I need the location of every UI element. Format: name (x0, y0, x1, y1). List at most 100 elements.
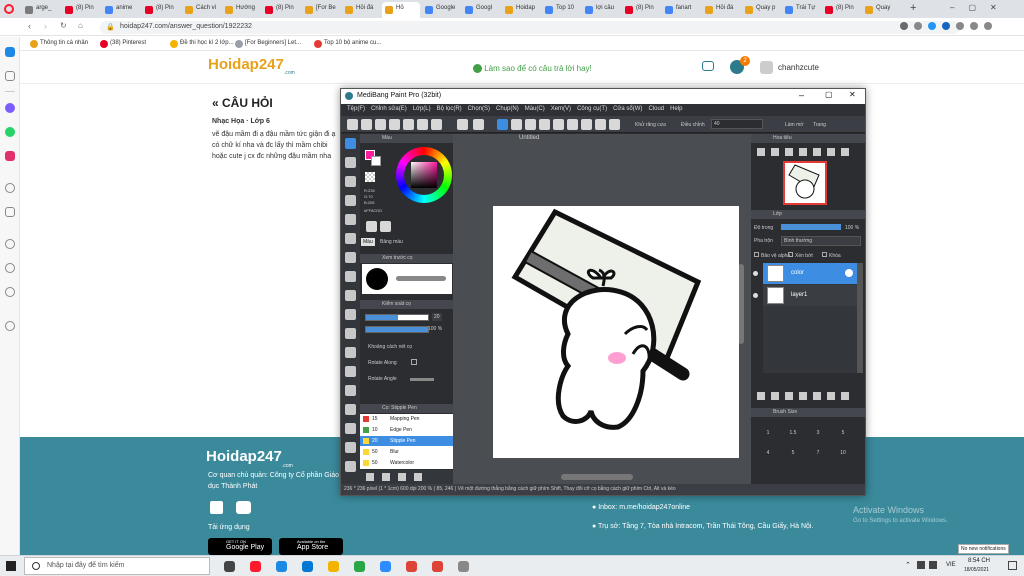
brush-opacity-slider[interactable] (365, 326, 429, 333)
zoom-in-icon[interactable] (757, 148, 765, 156)
blur-label[interactable]: Làm mờ (785, 122, 804, 128)
copy-layer-icon[interactable] (841, 392, 849, 400)
tool-btn[interactable] (361, 119, 372, 130)
username[interactable]: chanhzcute (778, 63, 819, 72)
browser-tab[interactable]: Quay (862, 2, 900, 18)
menu-item[interactable]: Chọn(S) (468, 106, 490, 112)
checkbox[interactable] (754, 252, 759, 257)
clock-icon[interactable] (5, 263, 15, 273)
taskbar-app-icon[interactable] (380, 561, 391, 572)
messenger-icon[interactable] (5, 103, 15, 113)
tool-btn[interactable] (553, 119, 564, 130)
tool-btn[interactable] (595, 119, 606, 130)
size-cell[interactable]: 5 (782, 450, 804, 456)
menu-item[interactable]: Chỉnh sửa(E) (371, 106, 407, 112)
page-label[interactable]: Trang (813, 122, 826, 128)
undo-icon[interactable] (457, 119, 468, 130)
size-cell[interactable]: 1.5 (782, 430, 804, 436)
brush-size-value[interactable]: 20 (432, 313, 442, 321)
menu-item[interactable]: Bộ lọc(R) (437, 106, 462, 112)
tool-icon[interactable] (345, 461, 356, 472)
rotate-icon[interactable] (827, 148, 835, 156)
lightbulb-icon[interactable] (5, 321, 15, 331)
google-play-button[interactable]: GET IT ON Google Play (208, 538, 272, 555)
layer-scrollbar[interactable] (857, 263, 863, 373)
tool-btn[interactable] (567, 119, 578, 130)
browser-tab[interactable]: (8) Pin (62, 2, 100, 18)
tool-icon[interactable] (345, 214, 356, 225)
minimize-button[interactable]: – (799, 90, 804, 100)
folder-icon[interactable] (813, 392, 821, 400)
tool-icon[interactable] (345, 328, 356, 339)
facebook-icon[interactable] (210, 501, 223, 514)
reload-icon[interactable]: ↻ (60, 21, 67, 30)
tool-icon[interactable] (345, 423, 356, 434)
bookmark[interactable]: [For Beginners] Let... (235, 40, 301, 48)
taskbar-app-icon[interactable] (354, 561, 365, 572)
new-tab-button[interactable]: + (910, 2, 916, 14)
layer-option[interactable]: Xén bớt (788, 252, 813, 259)
color-square[interactable] (411, 162, 437, 188)
merge-layer-icon[interactable] (799, 392, 807, 400)
tool-icon[interactable] (345, 404, 356, 415)
help-link[interactable]: Làm sao để có câu trả lời hay! (473, 64, 592, 74)
browser-tab[interactable]: Trái Tự (782, 2, 820, 18)
tool-btn[interactable] (511, 119, 522, 130)
tool-icon[interactable] (345, 252, 356, 263)
blend-select[interactable]: Bình thường (781, 236, 861, 246)
brush-add-icon[interactable] (366, 473, 374, 481)
taskbar-app-icon[interactable] (276, 561, 287, 572)
start-icon[interactable] (6, 561, 16, 571)
size-cell[interactable]: 4 (757, 450, 779, 456)
brush-folder-icon[interactable] (414, 473, 422, 481)
transparent-swatch[interactable] (365, 172, 375, 182)
gear-icon[interactable] (845, 269, 853, 277)
tool-icon[interactable] (345, 290, 356, 301)
canvas-scrollbar-h[interactable] (561, 474, 633, 480)
menu-item[interactable]: Công cụ(T) (577, 106, 607, 112)
extension-icons[interactable] (900, 22, 1010, 31)
youtube-icon[interactable] (236, 501, 251, 514)
new-layer-icon[interactable] (771, 392, 779, 400)
size-cell[interactable]: 7 (807, 450, 829, 456)
home-sidebar-icon[interactable] (5, 47, 15, 57)
menu-item[interactable]: Help (670, 106, 682, 112)
layer-option[interactable]: Bảo vệ alpha (754, 252, 790, 259)
heart-icon[interactable] (5, 239, 15, 249)
fit-icon[interactable] (785, 148, 793, 156)
snap-icon[interactable] (497, 119, 508, 130)
layer-row[interactable]: color (753, 263, 857, 284)
tool-btn[interactable] (609, 119, 620, 130)
size-cell[interactable]: 10 (832, 450, 854, 456)
opera-logo-icon[interactable] (4, 4, 14, 14)
color-tab-palette[interactable]: Bảng màu (378, 238, 405, 246)
tool-icon[interactable] (345, 271, 356, 282)
volume-icon[interactable] (929, 561, 937, 569)
color-tool-btn[interactable] (380, 221, 391, 232)
rotate-icon[interactable] (841, 148, 849, 156)
actual-size-icon[interactable] (799, 148, 807, 156)
menu-item[interactable]: Tệp(F) (347, 106, 365, 112)
menu-item[interactable]: Màu(C) (525, 106, 545, 112)
tool-icon[interactable] (345, 347, 356, 358)
browser-tab[interactable]: [For Be (302, 2, 340, 18)
close-button[interactable]: ✕ (849, 90, 856, 99)
brush-add-icon[interactable] (382, 473, 390, 481)
tool-icon[interactable] (345, 157, 356, 168)
bookmark[interactable]: Đề thi học kì 2 lớp... (170, 40, 234, 48)
browser-tab[interactable]: Hoidap (502, 2, 540, 18)
layer-opacity-slider[interactable] (781, 224, 841, 230)
notifications-icon[interactable] (1008, 561, 1017, 570)
eye-icon[interactable] (753, 271, 758, 276)
flip-icon[interactable] (813, 148, 821, 156)
footer-logo[interactable]: Hoidap247 (206, 448, 282, 465)
site-logo[interactable]: Hoidap247 (208, 56, 284, 73)
tool-btn[interactable] (375, 119, 386, 130)
menu-item[interactable]: Cloud (648, 106, 664, 112)
brush-copy-icon[interactable] (398, 473, 406, 481)
window-controls[interactable]: –▢✕ (950, 3, 1011, 12)
send-icon[interactable] (5, 207, 15, 217)
network-icon[interactable] (917, 561, 925, 569)
brush-size-slider[interactable] (365, 314, 429, 321)
back-icon[interactable]: ‹ (28, 21, 31, 31)
